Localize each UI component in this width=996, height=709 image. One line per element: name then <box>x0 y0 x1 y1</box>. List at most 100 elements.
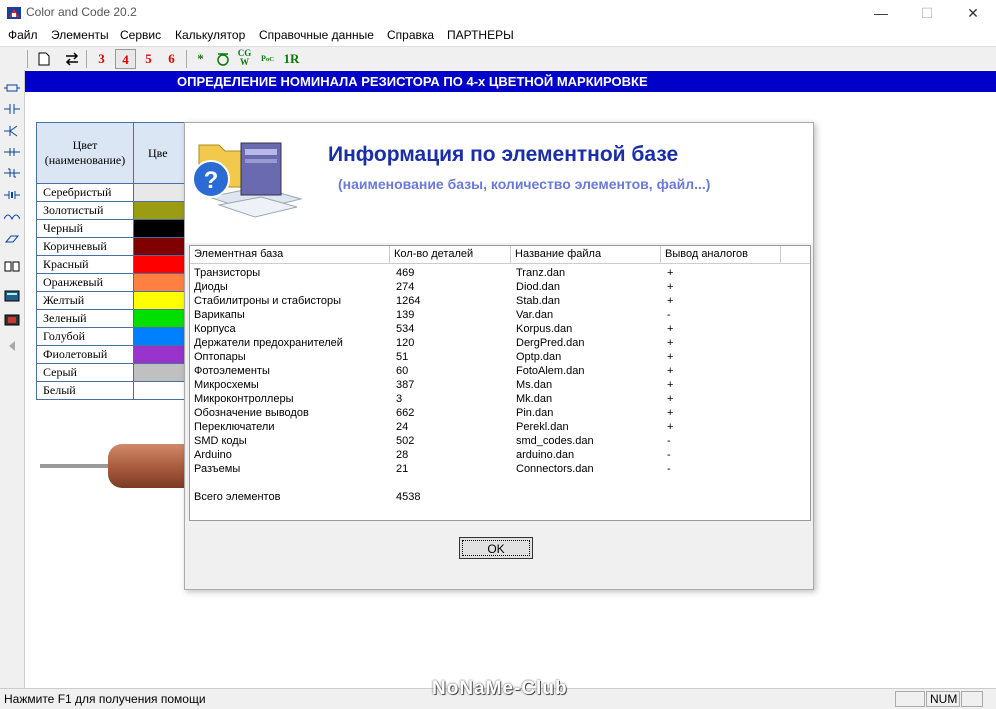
power-button[interactable]: PoC <box>257 49 278 69</box>
ir-button[interactable]: 1R <box>281 49 302 69</box>
cell-analog: - <box>667 449 671 461</box>
list-item[interactable]: Держатели предохранителей 120 DergPred.dan… <box>190 336 810 350</box>
list-item[interactable]: Диоды 274 Diod.dan + <box>190 280 810 294</box>
diode-tool-button[interactable] <box>3 146 21 163</box>
chip-tool-button[interactable] <box>3 314 21 331</box>
chip-icon <box>4 314 20 326</box>
color-row[interactable]: Зеленый <box>36 309 186 328</box>
column-header-analog[interactable]: Вывод аналогов <box>661 246 781 263</box>
cell-file: DergPred.dan <box>516 337 585 349</box>
menu-partners[interactable]: ПАРТНЕРЫ <box>447 28 514 42</box>
quartz-tool-button[interactable] <box>3 189 21 206</box>
list-item[interactable]: Переключатели 24 Perekl.dan + <box>190 420 810 434</box>
cell-base: Диоды <box>194 281 228 293</box>
cell-analog: + <box>667 365 674 377</box>
close-button[interactable]: ✕ <box>950 0 996 26</box>
color-row[interactable]: Коричневый <box>36 237 186 256</box>
color-row[interactable]: Красный <box>36 255 186 274</box>
color-row[interactable]: Фиолетовый <box>36 345 186 364</box>
band-6-button[interactable]: 6 <box>161 49 182 69</box>
maximize-button[interactable]: ☐ <box>904 0 950 26</box>
swap-arrows-icon <box>65 52 78 66</box>
column-header-base[interactable]: Элементная база <box>190 246 390 263</box>
cell-file: Mk.dan <box>516 393 553 405</box>
list-item[interactable]: Arduino 28 arduino.dan - <box>190 448 810 462</box>
cell-analog: + <box>667 393 674 405</box>
element-base-list[interactable]: Элементная база Кол-во деталей Название … <box>189 245 811 521</box>
resistor-tool-button[interactable] <box>3 82 21 99</box>
capacitor-tool-button[interactable] <box>3 103 21 120</box>
zener-tool-button[interactable] <box>3 167 21 184</box>
list-item[interactable]: Оптопары 51 Optp.dan + <box>190 350 810 364</box>
menu-help[interactable]: Справка <box>387 28 434 42</box>
status-pane-scroll <box>961 691 983 707</box>
list-item[interactable]: Варикапы 139 Var.dan - <box>190 308 810 322</box>
list-header: Элементная база Кол-во деталей Название … <box>190 246 810 264</box>
menu-reference[interactable]: Справочные данные <box>259 28 374 42</box>
list-item[interactable]: Стабилитроны и стабисторы 1264 Stab.dan + <box>190 294 810 308</box>
back-arrow-button[interactable] <box>3 340 21 357</box>
cell-count: 662 <box>396 407 415 419</box>
dialog-subtitle: (наименование базы, количество элементов… <box>338 176 711 192</box>
band-3-button[interactable]: 3 <box>91 49 112 69</box>
list-item[interactable]: Микросхемы 387 Ms.dan + <box>190 378 810 392</box>
watermark-text: NoNaMe-Club <box>432 678 568 699</box>
list-item[interactable]: Транзисторы 469 Tranz.dan + <box>190 266 810 280</box>
fuse-button[interactable] <box>212 49 233 69</box>
list-item[interactable]: Корпуса 534 Korpus.dan + <box>190 322 810 336</box>
inductor-tool-button[interactable] <box>3 211 21 228</box>
calculator-tool-button[interactable] <box>3 290 21 307</box>
swap-button[interactable] <box>61 49 82 69</box>
cell-count: 3 <box>396 393 403 405</box>
color-row[interactable]: Белый <box>36 381 186 400</box>
color-row[interactable]: Черный <box>36 219 186 238</box>
list-item[interactable]: Микроконтроллеры 3 Mk.dan + <box>190 392 810 406</box>
color-row[interactable]: Желтый <box>36 291 186 310</box>
cell-file: Diod.dan <box>516 281 561 293</box>
color-name: Черный <box>36 219 134 238</box>
color-row[interactable]: Оранжевый <box>36 273 186 292</box>
color-row[interactable]: Серебристый <box>36 183 186 202</box>
dialog-header: ? Информация по элементной базе (наимено… <box>185 123 813 243</box>
cell-base: Переключатели <box>194 421 275 433</box>
color-swatch <box>133 381 186 400</box>
status-pane-num: NUM <box>926 691 960 707</box>
menu-calculator[interactable]: Калькулятор <box>175 28 245 42</box>
band-4-button[interactable]: 4 <box>115 49 136 69</box>
cell-base: SMD коды <box>194 435 247 447</box>
cell-base: Варикапы <box>194 309 245 321</box>
transistor-tool-button[interactable] <box>3 125 21 142</box>
list-item[interactable]: Обозначение выводов 662 Pin.dan + <box>190 406 810 420</box>
toolbar-separator <box>86 50 87 68</box>
color-name: Голубой <box>36 327 134 346</box>
cell-count: 21 <box>396 463 409 475</box>
color-row[interactable]: Золотистый <box>36 201 186 220</box>
ok-button[interactable]: OK <box>459 537 533 559</box>
list-item[interactable]: Разъемы 21 Connectors.dan - <box>190 462 810 476</box>
new-document-button[interactable] <box>33 49 54 69</box>
list-item[interactable]: Фотоэлементы 60 FotoAlem.dan + <box>190 364 810 378</box>
color-swatch <box>133 183 186 202</box>
color-row[interactable]: Голубой <box>36 327 186 346</box>
column-header-file[interactable]: Название файла <box>511 246 661 263</box>
column-header-count[interactable]: Кол-во деталей <box>390 246 511 263</box>
cell-file: Tranz.dan <box>516 267 566 279</box>
menu-service[interactable]: Сервис <box>120 28 161 42</box>
list-item[interactable]: SMD коды 502 smd_codes.dan - <box>190 434 810 448</box>
cell-analog: + <box>667 267 674 279</box>
band-5-button[interactable]: 5 <box>138 49 159 69</box>
cell-base: Стабилитроны и стабисторы <box>194 295 342 307</box>
cell-count: 24 <box>396 421 409 433</box>
menu-file[interactable]: Файл <box>8 28 38 42</box>
minimize-button[interactable]: — <box>858 0 904 26</box>
smd-star-button[interactable]: * <box>190 49 211 69</box>
color-row[interactable]: Серый <box>36 363 186 382</box>
cell-base: Корпуса <box>194 323 236 335</box>
cell-file: Pin.dan <box>516 407 554 419</box>
menu-elements[interactable]: Элементы <box>51 28 109 42</box>
book-tool-button[interactable] <box>3 260 21 277</box>
color-swatch <box>133 219 186 238</box>
cg-button[interactable]: CG W <box>234 49 255 69</box>
cell-file: Korpus.dan <box>516 323 573 335</box>
eraser-tool-button[interactable] <box>3 233 21 250</box>
